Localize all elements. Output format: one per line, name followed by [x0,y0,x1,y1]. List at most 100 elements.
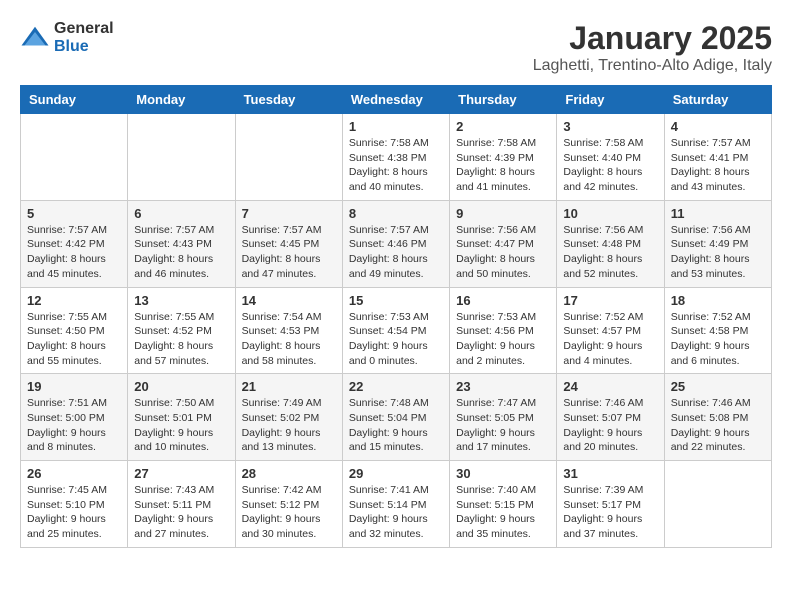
day-info: Sunrise: 7:45 AM Sunset: 5:10 PM Dayligh… [27,483,121,542]
day-info: Sunrise: 7:42 AM Sunset: 5:12 PM Dayligh… [242,483,336,542]
day-info: Sunrise: 7:50 AM Sunset: 5:01 PM Dayligh… [134,396,228,455]
day-info: Sunrise: 7:46 AM Sunset: 5:08 PM Dayligh… [671,396,765,455]
day-number: 2 [456,119,550,134]
day-number: 20 [134,379,228,394]
title-block: January 2025 Laghetti, Trentino-Alto Adi… [533,20,772,75]
calendar-day-cell: 2 Sunrise: 7:58 AM Sunset: 4:39 PM Daylig… [450,114,557,201]
day-info: Sunrise: 7:56 AM Sunset: 4:49 PM Dayligh… [671,223,765,282]
day-number: 16 [456,293,550,308]
calendar-day-cell: 29 Sunrise: 7:41 AM Sunset: 5:14 PM Dayli… [342,461,449,548]
day-number: 8 [349,206,443,221]
calendar-day-cell: 10 Sunrise: 7:56 AM Sunset: 4:48 PM Dayli… [557,200,664,287]
day-info: Sunrise: 7:41 AM Sunset: 5:14 PM Dayligh… [349,483,443,542]
calendar-day-cell: 28 Sunrise: 7:42 AM Sunset: 5:12 PM Dayli… [235,461,342,548]
calendar-table: SundayMondayTuesdayWednesdayThursdayFrid… [20,85,772,548]
day-number: 15 [349,293,443,308]
day-info: Sunrise: 7:46 AM Sunset: 5:07 PM Dayligh… [563,396,657,455]
day-number: 31 [563,466,657,481]
day-info: Sunrise: 7:52 AM Sunset: 4:58 PM Dayligh… [671,310,765,369]
calendar-day-cell: 12 Sunrise: 7:55 AM Sunset: 4:50 PM Dayli… [21,287,128,374]
calendar-day-cell [21,114,128,201]
day-info: Sunrise: 7:53 AM Sunset: 4:56 PM Dayligh… [456,310,550,369]
calendar-day-cell: 4Sunrise: 7:57 AM Sunset: 4:41 PM Daylig… [664,114,771,201]
logo-blue-text: Blue [54,38,114,56]
day-number: 4 [671,119,765,134]
day-number: 1 [349,119,443,134]
day-number: 10 [563,206,657,221]
day-number: 11 [671,206,765,221]
calendar-day-cell: 26 Sunrise: 7:45 AM Sunset: 5:10 PM Dayli… [21,461,128,548]
calendar-day-cell: 17Sunrise: 7:52 AM Sunset: 4:57 PM Dayli… [557,287,664,374]
day-info: Sunrise: 7:47 AM Sunset: 5:05 PM Dayligh… [456,396,550,455]
day-info: Sunrise: 7:55 AM Sunset: 4:50 PM Dayligh… [27,310,121,369]
calendar-day-cell: 18 Sunrise: 7:52 AM Sunset: 4:58 PM Dayli… [664,287,771,374]
calendar-day-cell: 15 Sunrise: 7:53 AM Sunset: 4:54 PM Dayli… [342,287,449,374]
day-info: Sunrise: 7:53 AM Sunset: 4:54 PM Dayligh… [349,310,443,369]
calendar-day-cell: 13Sunrise: 7:55 AM Sunset: 4:52 PM Dayli… [128,287,235,374]
logo: General Blue [20,20,114,55]
day-number: 28 [242,466,336,481]
day-number: 5 [27,206,121,221]
calendar-day-cell [128,114,235,201]
calendar-day-cell: 25Sunrise: 7:46 AM Sunset: 5:08 PM Dayli… [664,374,771,461]
day-of-week-header: Tuesday [235,86,342,114]
day-number: 6 [134,206,228,221]
calendar-day-cell: 22 Sunrise: 7:48 AM Sunset: 5:04 PM Dayli… [342,374,449,461]
calendar-day-cell: 20 Sunrise: 7:50 AM Sunset: 5:01 PM Dayli… [128,374,235,461]
calendar-day-cell: 3Sunrise: 7:58 AM Sunset: 4:40 PM Daylig… [557,114,664,201]
logo-general-text: General [54,20,114,38]
day-info: Sunrise: 7:57 AM Sunset: 4:42 PM Dayligh… [27,223,121,282]
day-number: 18 [671,293,765,308]
day-of-week-header: Wednesday [342,86,449,114]
calendar-day-cell: 21 Sunrise: 7:49 AM Sunset: 5:02 PM Dayli… [235,374,342,461]
day-info: Sunrise: 7:51 AM Sunset: 5:00 PM Dayligh… [27,396,121,455]
day-info: Sunrise: 7:48 AM Sunset: 5:04 PM Dayligh… [349,396,443,455]
day-of-week-header: Monday [128,86,235,114]
calendar-day-cell: 7 Sunrise: 7:57 AM Sunset: 4:45 PM Daylig… [235,200,342,287]
day-info: Sunrise: 7:54 AM Sunset: 4:53 PM Dayligh… [242,310,336,369]
day-info: Sunrise: 7:55 AM Sunset: 4:52 PM Dayligh… [134,310,228,369]
calendar-day-cell: 30Sunrise: 7:40 AM Sunset: 5:15 PM Dayli… [450,461,557,548]
calendar-day-cell: 23Sunrise: 7:47 AM Sunset: 5:05 PM Dayli… [450,374,557,461]
day-of-week-header: Thursday [450,86,557,114]
day-info: Sunrise: 7:58 AM Sunset: 4:38 PM Dayligh… [349,136,443,195]
calendar-header-row: SundayMondayTuesdayWednesdayThursdayFrid… [21,86,772,114]
calendar-day-cell: 1 Sunrise: 7:58 AM Sunset: 4:38 PM Daylig… [342,114,449,201]
day-number: 3 [563,119,657,134]
calendar-day-cell: 8Sunrise: 7:57 AM Sunset: 4:46 PM Daylig… [342,200,449,287]
day-info: Sunrise: 7:49 AM Sunset: 5:02 PM Dayligh… [242,396,336,455]
calendar-day-cell [235,114,342,201]
day-number: 24 [563,379,657,394]
day-info: Sunrise: 7:56 AM Sunset: 4:48 PM Dayligh… [563,223,657,282]
day-number: 26 [27,466,121,481]
day-number: 29 [349,466,443,481]
day-info: Sunrise: 7:43 AM Sunset: 5:11 PM Dayligh… [134,483,228,542]
calendar-day-cell: 16 Sunrise: 7:53 AM Sunset: 4:56 PM Dayli… [450,287,557,374]
calendar-week-row: 19 Sunrise: 7:51 AM Sunset: 5:00 PM Dayli… [21,374,772,461]
day-info: Sunrise: 7:39 AM Sunset: 5:17 PM Dayligh… [563,483,657,542]
day-info: Sunrise: 7:57 AM Sunset: 4:45 PM Dayligh… [242,223,336,282]
day-number: 7 [242,206,336,221]
calendar-week-row: 5 Sunrise: 7:57 AM Sunset: 4:42 PM Daylig… [21,200,772,287]
day-info: Sunrise: 7:52 AM Sunset: 4:57 PM Dayligh… [563,310,657,369]
calendar-day-cell: 24 Sunrise: 7:46 AM Sunset: 5:07 PM Dayli… [557,374,664,461]
day-number: 22 [349,379,443,394]
calendar-day-cell: 14 Sunrise: 7:54 AM Sunset: 4:53 PM Dayli… [235,287,342,374]
calendar-day-cell: 5 Sunrise: 7:57 AM Sunset: 4:42 PM Daylig… [21,200,128,287]
day-number: 21 [242,379,336,394]
calendar-week-row: 26 Sunrise: 7:45 AM Sunset: 5:10 PM Dayli… [21,461,772,548]
day-number: 12 [27,293,121,308]
month-title: January 2025 [533,20,772,57]
day-number: 27 [134,466,228,481]
day-number: 19 [27,379,121,394]
day-number: 14 [242,293,336,308]
calendar-day-cell: 31 Sunrise: 7:39 AM Sunset: 5:17 PM Dayli… [557,461,664,548]
calendar-day-cell: 11 Sunrise: 7:56 AM Sunset: 4:49 PM Dayli… [664,200,771,287]
calendar-week-row: 1 Sunrise: 7:58 AM Sunset: 4:38 PM Daylig… [21,114,772,201]
calendar-day-cell: 27 Sunrise: 7:43 AM Sunset: 5:11 PM Dayli… [128,461,235,548]
calendar-day-cell: 19 Sunrise: 7:51 AM Sunset: 5:00 PM Dayli… [21,374,128,461]
calendar-week-row: 12 Sunrise: 7:55 AM Sunset: 4:50 PM Dayli… [21,287,772,374]
day-info: Sunrise: 7:58 AM Sunset: 4:39 PM Dayligh… [456,136,550,195]
day-of-week-header: Friday [557,86,664,114]
logo-icon [20,23,50,53]
